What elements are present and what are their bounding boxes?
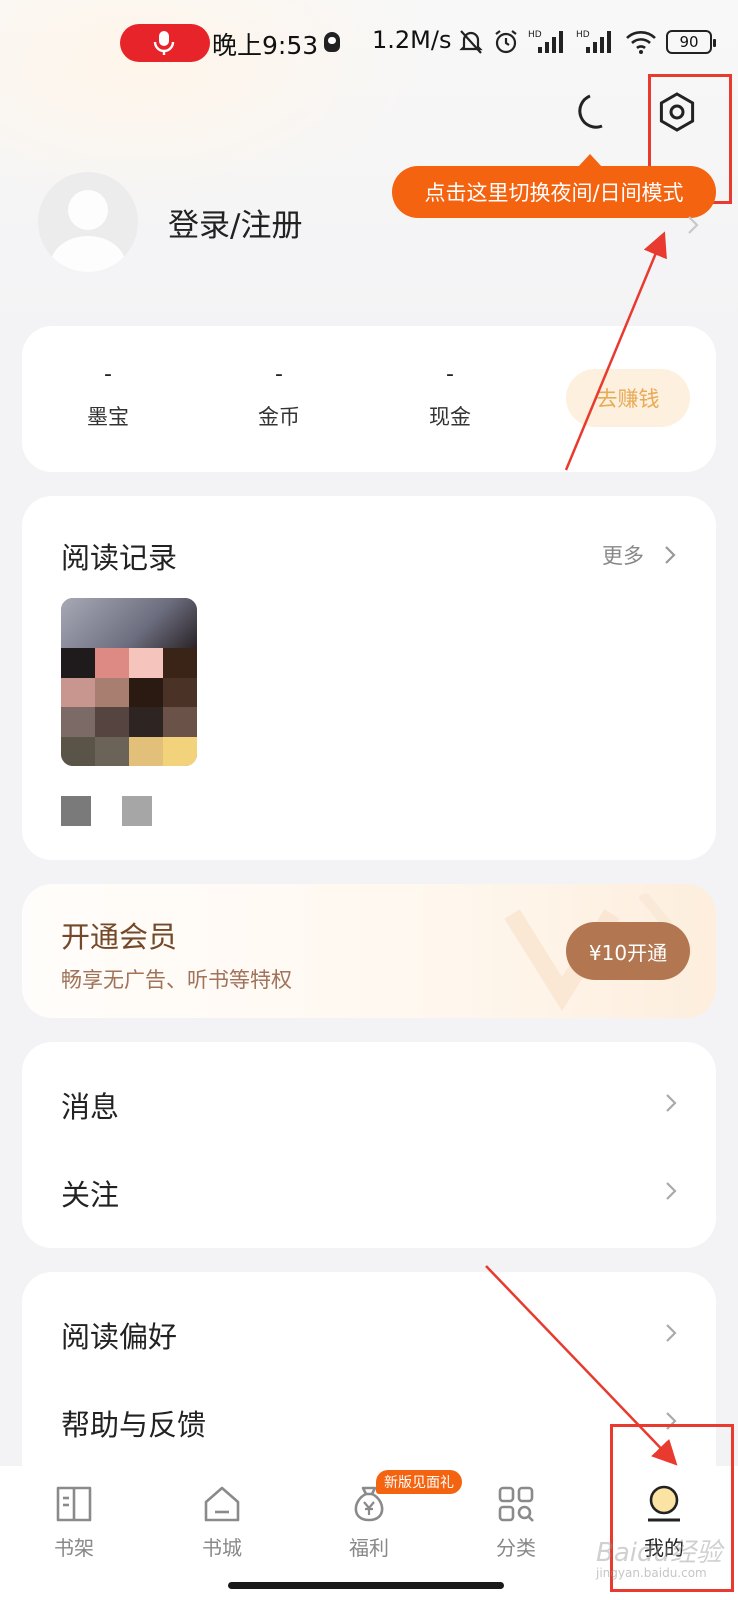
chevron-right-icon — [665, 546, 676, 564]
chevron-right-icon — [666, 1094, 677, 1112]
signal-2-icon: HD — [576, 30, 611, 53]
book-cover[interactable] — [61, 598, 197, 766]
tab-category[interactable]: 分类 — [468, 1482, 564, 1561]
menu-card-1 — [22, 1042, 716, 1248]
svg-text:HD: HD — [576, 30, 590, 40]
tab-label: 分类 — [496, 1536, 536, 1560]
battery-icon: 90 — [666, 30, 716, 54]
chevron-right-icon — [666, 1324, 677, 1342]
wifi-icon — [626, 31, 656, 54]
bookshelf-icon — [56, 1486, 92, 1522]
cover-mosaic — [61, 648, 197, 766]
tab-bookstore[interactable]: 书城 — [174, 1482, 270, 1561]
network-speed: 1.2M/s — [372, 26, 452, 54]
stat-label: 现金 — [429, 405, 471, 429]
mic-recording-indicator[interactable] — [120, 24, 210, 62]
book-title-mosaic — [61, 796, 91, 826]
chevron-right-icon — [666, 1182, 677, 1200]
stat-coins[interactable]: - 金币 — [229, 362, 329, 431]
avatar-head — [68, 190, 108, 230]
avatar[interactable] — [38, 172, 138, 272]
earn-money-button[interactable]: 去赚钱 — [566, 369, 690, 427]
reading-history-title: 阅读记录 — [61, 541, 178, 575]
menu-item-messages[interactable]: 消息 — [61, 1084, 119, 1126]
menu-item-reading-preferences[interactable]: 阅读偏好 — [61, 1314, 177, 1356]
category-grid-icon — [498, 1486, 534, 1522]
home-icon — [204, 1486, 240, 1522]
stat-value: - — [104, 362, 112, 387]
avatar-body — [50, 236, 126, 272]
tooltip-text: 点击这里切换夜间/日间模式 — [424, 181, 684, 205]
qq-icon — [324, 32, 340, 52]
stat-mobao[interactable]: - 墨宝 — [58, 362, 158, 431]
more-link[interactable]: 更多 — [602, 540, 644, 570]
home-indicator[interactable] — [228, 1582, 504, 1589]
watermark: Baidu经验 — [596, 1538, 722, 1568]
menu-item-help-feedback[interactable]: 帮助与反馈 — [61, 1402, 206, 1444]
tab-label: 书城 — [202, 1536, 242, 1560]
vip-title: 开通会员 — [61, 920, 178, 954]
signal-1-icon: HD — [528, 30, 563, 53]
status-time: 晚上9:53 — [212, 31, 319, 60]
status-icons: HD HD 90 — [458, 24, 716, 60]
stat-label: 金币 — [258, 405, 300, 429]
book-title-mosaic — [122, 796, 152, 826]
stat-value: - — [446, 362, 454, 387]
menu-item-follow[interactable]: 关注 — [61, 1172, 119, 1214]
status-bar: 晚上9:53 1.2M/s HD HD 90 — [0, 18, 738, 68]
tab-welfare[interactable]: 福利 — [321, 1482, 417, 1561]
chevron-right-icon — [688, 216, 699, 234]
tab-bookshelf[interactable]: 书架 — [26, 1482, 122, 1561]
vip-open-button[interactable]: ¥10开通 — [566, 922, 690, 980]
stat-cash[interactable]: - 现金 — [400, 362, 500, 431]
microphone-icon — [153, 31, 175, 55]
tab-label: 书架 — [54, 1536, 94, 1560]
stat-label: 墨宝 — [87, 405, 129, 429]
moon-icon[interactable] — [572, 90, 616, 134]
mute-bell-icon — [459, 30, 483, 54]
night-mode-tooltip: 点击这里切换夜间/日间模式 — [392, 154, 716, 218]
watermark-url: jingyan.baidu.com — [596, 1566, 707, 1580]
vip-subtitle: 畅享无广告、听书等特权 — [61, 968, 292, 992]
cover-photo — [61, 598, 197, 648]
alarm-icon — [495, 30, 517, 54]
svg-text:HD: HD — [528, 30, 542, 40]
money-bag-icon — [354, 1486, 384, 1522]
login-register-link[interactable]: 登录/注册 — [168, 200, 302, 245]
tab-label: 福利 — [349, 1536, 389, 1560]
stat-value: - — [275, 362, 283, 387]
